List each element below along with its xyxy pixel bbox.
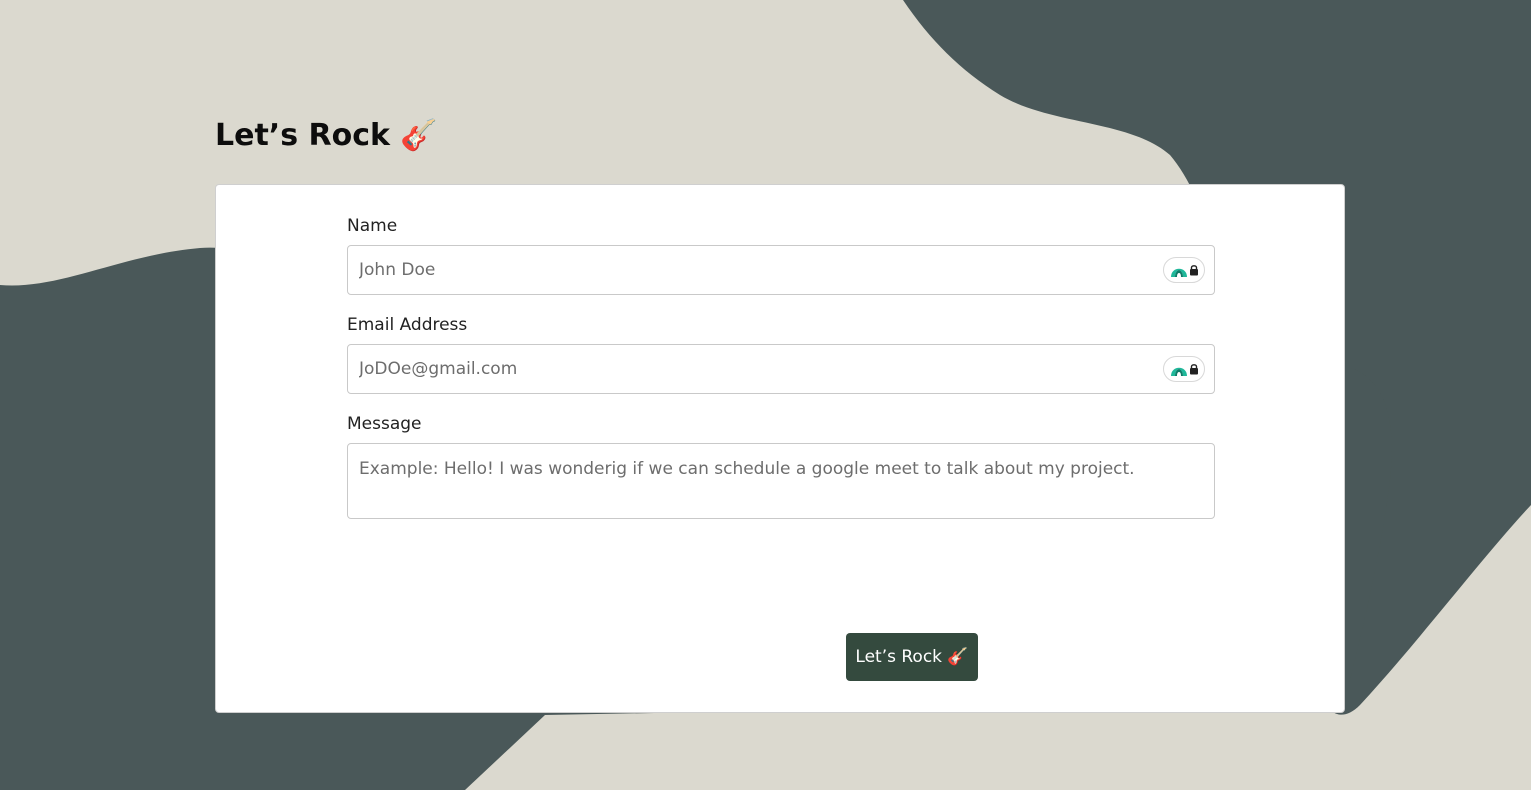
password-manager-logo-icon <box>1170 268 1187 277</box>
email-label: Email Address <box>347 315 468 335</box>
password-manager-badge[interactable] <box>1163 257 1205 283</box>
message-textarea[interactable] <box>348 444 1214 518</box>
lock-icon <box>1189 364 1198 375</box>
name-input[interactable] <box>348 246 1214 294</box>
contact-form-card: Name Email Address <box>215 184 1345 713</box>
password-manager-badge[interactable] <box>1163 356 1205 382</box>
message-field-box <box>347 443 1215 519</box>
name-label: Name <box>347 216 398 236</box>
lock-icon <box>1189 265 1198 276</box>
name-field-box <box>347 245 1215 295</box>
password-manager-logo-icon <box>1170 367 1187 376</box>
message-label: Message <box>347 414 422 434</box>
submit-button[interactable]: Let’s Rock 🎸 <box>846 633 978 681</box>
page-title: Let’s Rock 🎸 <box>215 118 438 153</box>
email-input[interactable] <box>348 345 1214 393</box>
email-field-box <box>347 344 1215 394</box>
